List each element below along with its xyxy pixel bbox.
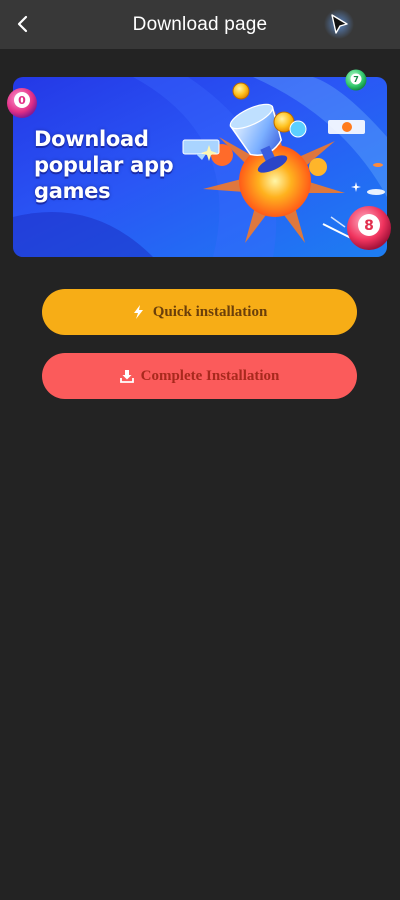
quick-installation-label: Quick installation <box>152 303 268 320</box>
complete-installation-button[interactable]: Complete Installation <box>42 353 357 399</box>
quick-installation-button[interactable]: Quick installation <box>42 289 357 335</box>
back-button[interactable] <box>8 8 38 40</box>
chevron-left-icon <box>17 15 28 33</box>
ball-top-number: 7 <box>353 75 359 84</box>
ball-left-number: 0 <box>18 94 26 107</box>
lottery-ball-icon: 0 <box>7 88 37 118</box>
download-page: Download page Download popular app games… <box>0 0 400 900</box>
download-icon <box>119 369 134 383</box>
header-bar: Download page <box>0 0 400 49</box>
ball-right-number: 8 <box>364 218 374 234</box>
promo-banner[interactable]: Download popular app games 0 7 8 <box>7 69 391 257</box>
lottery-ball-icon: 7 <box>345 69 367 91</box>
lightning-icon <box>132 305 146 319</box>
banner-headline-line2: popular app <box>34 153 174 177</box>
complete-installation-label: Complete Installation <box>140 367 280 384</box>
cursor-arrow-icon <box>324 9 354 39</box>
banner-headline: Download popular app games <box>34 126 194 204</box>
banner-headline-line1: Download <box>34 127 149 151</box>
banner-headline-line3: games <box>34 179 111 203</box>
lottery-ball-icon: 8 <box>347 206 391 250</box>
page-title: Download page <box>132 13 268 35</box>
